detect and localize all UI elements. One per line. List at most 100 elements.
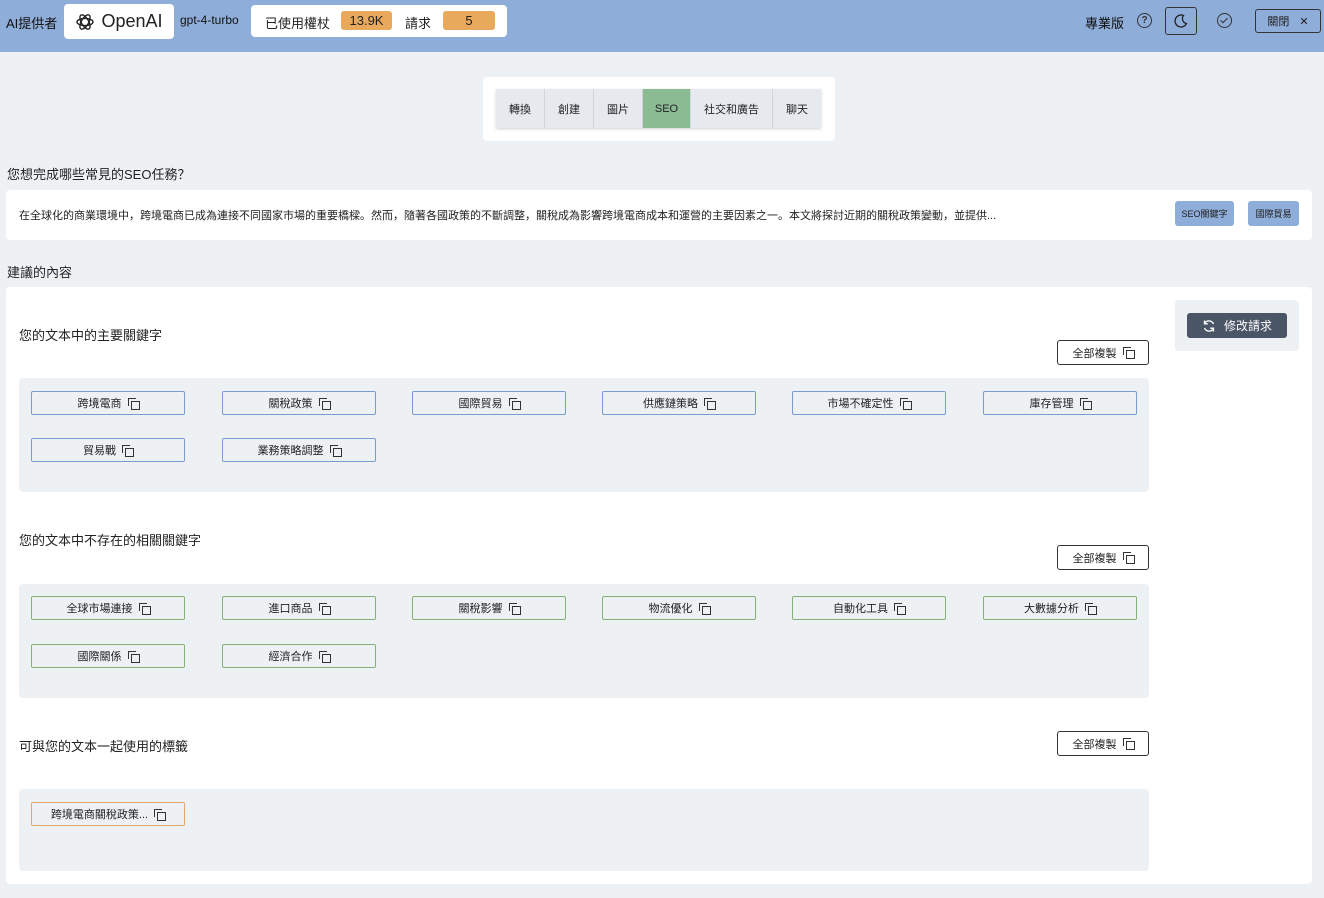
- keyword-chip[interactable]: 跨境電商: [31, 391, 185, 415]
- help-icon[interactable]: ?: [1137, 13, 1152, 28]
- close-label: 關閉: [1267, 16, 1290, 28]
- copy-icon: [1079, 397, 1092, 410]
- copy-icon: [122, 444, 134, 457]
- copy-icon: [318, 397, 331, 410]
- keyword-label: 大數據分析: [1024, 603, 1079, 615]
- side-panel: 修改請求: [1175, 300, 1299, 351]
- copy-icon: [127, 650, 140, 663]
- copy-icon: [894, 602, 906, 615]
- tab-image[interactable]: 圖片: [594, 89, 643, 128]
- keyword-label: 關稅政策: [268, 398, 313, 410]
- keyword-label: 進口商品: [268, 603, 313, 615]
- keyword-chip[interactable]: 關稅政策: [222, 391, 376, 415]
- keyword-chip[interactable]: 物流優化: [602, 596, 756, 620]
- keyword-label: 全球市場連接: [66, 603, 133, 615]
- keyword-label: 貿易戰: [83, 445, 116, 457]
- keyword-label: 關稅影響: [458, 603, 503, 615]
- tag-label: 跨境電商關稅政策...: [50, 809, 149, 821]
- tab-bar: 轉換 創建 圖片 SEO 社交和廣告 聊天: [496, 89, 821, 128]
- keyword-chip[interactable]: 供應鏈策略: [602, 391, 756, 415]
- seo-question-heading: 您想完成哪些常見的SEO任務？: [7, 167, 191, 182]
- refresh-icon: [1203, 319, 1215, 332]
- keyword-chip[interactable]: 市場不確定性: [792, 391, 946, 415]
- tab-seo[interactable]: SEO: [643, 89, 691, 128]
- pro-label[interactable]: 專業版: [1085, 13, 1124, 32]
- copy-icon: [1122, 552, 1135, 564]
- related-keywords-panel: 全球市場連接 進口商品 關稅影響 物流優化 自動化工具 大數據分析 國際關係 經…: [19, 584, 1149, 698]
- keyword-chip[interactable]: 庫存管理: [983, 391, 1137, 415]
- top-bar: AI提供者 OpenAI gpt-4-turbo 已使用權杖 13.9K 請求 …: [0, 0, 1324, 52]
- close-button[interactable]: 關閉 ✕: [1255, 9, 1321, 33]
- tab-social-ads[interactable]: 社交和廣告: [691, 89, 773, 128]
- copy-all-label: 全部複製: [1072, 552, 1117, 565]
- check-circle-icon[interactable]: [1217, 13, 1232, 28]
- keyword-chip[interactable]: 業務策略調整: [222, 438, 376, 462]
- copy-icon: [127, 397, 140, 410]
- modify-request-label: 修改請求: [1223, 319, 1272, 333]
- tag-chip[interactable]: 跨境電商關稅政策...: [31, 802, 185, 826]
- copy-icon: [1122, 738, 1135, 750]
- provider-label: AI提供者: [6, 16, 58, 31]
- keyword-label: 經濟合作: [268, 651, 313, 663]
- copy-icon: [508, 602, 521, 615]
- usage-box: 已使用權杖 13.9K 請求 5: [251, 5, 507, 37]
- copy-icon: [138, 602, 151, 615]
- keyword-chip[interactable]: 國際貿易: [412, 391, 566, 415]
- close-icon: ✕: [1299, 15, 1309, 28]
- chip-international-trade[interactable]: 國際貿易: [1248, 201, 1299, 226]
- tab-create[interactable]: 創建: [545, 89, 594, 128]
- keyword-label: 供應鏈策略: [643, 398, 698, 410]
- keyword-label: 跨境電商: [77, 398, 122, 410]
- main-keywords-title: 您的文本中的主要關鍵字: [19, 328, 163, 343]
- keyword-label: 國際貿易: [458, 398, 503, 410]
- keyword-label: 自動化工具: [833, 603, 888, 615]
- requests-label: 請求: [405, 16, 432, 31]
- moon-icon: [1174, 14, 1188, 28]
- keyword-label: 市場不確定性: [827, 398, 894, 410]
- copy-all-tags-button[interactable]: 全部複製: [1057, 731, 1149, 756]
- tags-panel: 跨境電商關稅政策...: [19, 789, 1149, 871]
- keyword-label: 國際關係: [77, 651, 122, 663]
- copy-icon: [508, 397, 521, 410]
- copy-icon: [698, 602, 711, 615]
- model-name[interactable]: gpt-4-turbo: [180, 13, 239, 27]
- keyword-chip[interactable]: 關稅影響: [412, 596, 566, 620]
- tokens-used-label: 已使用權杖: [265, 16, 331, 31]
- copy-icon: [704, 397, 716, 410]
- copy-all-related-button[interactable]: 全部複製: [1057, 545, 1149, 570]
- keyword-label: 物流優化: [648, 603, 693, 615]
- keyword-chip[interactable]: 貿易戰: [31, 438, 185, 462]
- input-text[interactable]: 在全球化的商業環境中，跨境電商已成為連接不同國家市場的重要橋樑。然而，隨著各國政…: [19, 207, 1164, 223]
- keyword-chip[interactable]: 大數據分析: [983, 596, 1137, 620]
- provider-name: OpenAI: [101, 11, 163, 31]
- tokens-used-badge: 13.9K: [341, 11, 392, 30]
- tab-convert[interactable]: 轉換: [496, 89, 545, 128]
- keyword-chip[interactable]: 全球市場連接: [31, 596, 185, 620]
- keyword-label: 業務策略調整: [257, 445, 324, 457]
- dark-mode-button[interactable]: [1165, 7, 1197, 35]
- chip-seo-keywords[interactable]: SEO關鍵字: [1175, 201, 1234, 226]
- copy-icon: [899, 397, 912, 410]
- keyword-chip[interactable]: 自動化工具: [792, 596, 946, 620]
- keyword-chip[interactable]: 國際關係: [31, 644, 185, 668]
- copy-all-main-button[interactable]: 全部複製: [1057, 340, 1149, 365]
- related-keywords-title: 您的文本中不存在的相關關鍵字: [19, 533, 202, 548]
- tabs-card: 轉換 創建 圖片 SEO 社交和廣告 聊天: [483, 77, 835, 141]
- copy-icon: [329, 444, 342, 457]
- requests-badge: 5: [443, 11, 495, 30]
- input-card: 在全球化的商業環境中，跨境電商已成為連接不同國家市場的重要橋樑。然而，隨著各國政…: [6, 190, 1312, 240]
- tab-chat[interactable]: 聊天: [773, 89, 821, 128]
- keyword-chip[interactable]: 進口商品: [222, 596, 376, 620]
- copy-icon: [318, 602, 331, 615]
- main-keywords-panel: 跨境電商 關稅政策 國際貿易 供應鏈策略 市場不確定性 庫存管理 貿易戰 業務策…: [19, 378, 1149, 492]
- openai-logo-icon: [76, 13, 95, 30]
- keyword-chip[interactable]: 經濟合作: [222, 644, 376, 668]
- copy-icon: [318, 650, 331, 663]
- provider-select-button[interactable]: OpenAI: [64, 4, 174, 39]
- copy-icon: [1122, 347, 1135, 359]
- modify-request-button[interactable]: 修改請求: [1187, 313, 1287, 338]
- copy-icon: [154, 808, 167, 821]
- copy-icon: [1085, 602, 1097, 615]
- keyword-label: 庫存管理: [1029, 398, 1074, 410]
- copy-all-label: 全部複製: [1072, 347, 1117, 360]
